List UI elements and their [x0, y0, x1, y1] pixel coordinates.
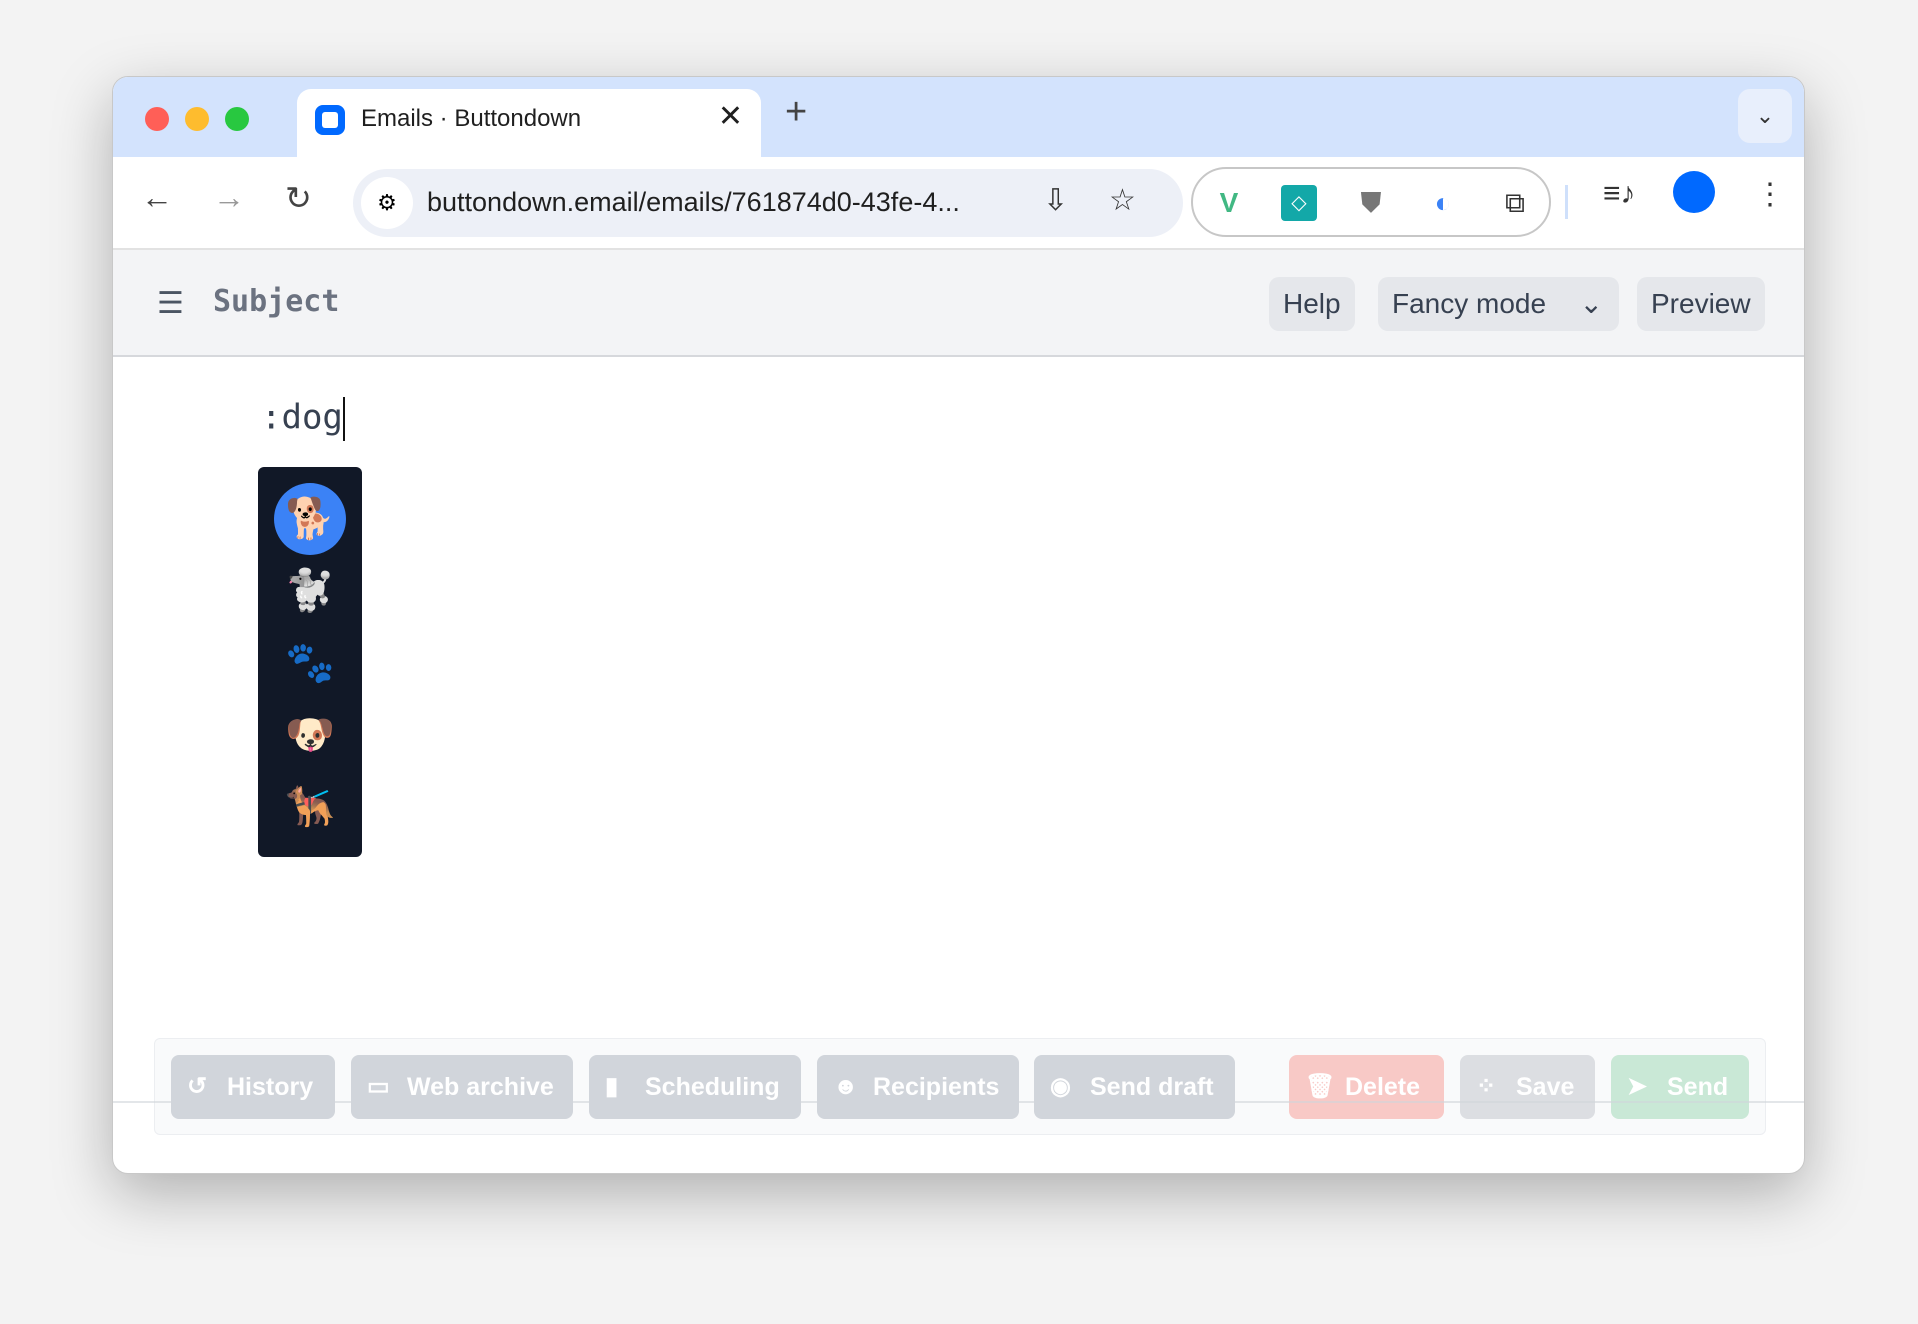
extension-teal-icon[interactable]: ◇ — [1281, 185, 1317, 221]
monitor-icon: ▭ — [367, 1073, 390, 1100]
emoji-option[interactable]: 🐾 — [274, 627, 346, 699]
install-icon[interactable]: ⇩ — [1043, 183, 1068, 218]
browser-window: Emails · Buttondown ✕ + ⌄ ← → ↻ ⚙ button… — [112, 76, 1805, 1174]
divider — [113, 1101, 1804, 1103]
minimize-window-button[interactable] — [185, 107, 209, 131]
media-icon[interactable]: ≡♪ — [1603, 177, 1636, 211]
save-button[interactable]: ⁘ Save — [1460, 1055, 1595, 1119]
emoji-picker: 🐕 🐩 🐾 🐶 🐕‍🦺 — [258, 467, 362, 857]
body-editor[interactable]: :dog — [261, 397, 345, 441]
tab-bar: Emails · Buttondown ✕ + ⌄ — [113, 77, 1804, 159]
send-label: Send — [1667, 1073, 1729, 1101]
delete-label: Delete — [1345, 1073, 1421, 1101]
emoji-option[interactable]: 🐕 — [274, 483, 346, 555]
calendar-icon: ▮ — [605, 1073, 619, 1100]
ublock-icon[interactable]: ⛊ — [1353, 185, 1389, 221]
action-bar: ↺ History ▭ Web archive ▮ Scheduling ☻ Recip… — [154, 1038, 1766, 1135]
recipients-button[interactable]: ☻ Recipients — [817, 1055, 1019, 1119]
emoji-option[interactable]: 🐶 — [274, 699, 346, 771]
send-draft-button[interactable]: ◉ Send draft — [1034, 1055, 1235, 1119]
users-icon: ☻ — [833, 1073, 859, 1100]
address-bar[interactable]: ⚙ buttondown.email/emails/761874d0-43fe-… — [353, 169, 1183, 237]
spinner-icon: ⁘ — [1476, 1073, 1497, 1100]
browser-toolbar: ← → ↻ ⚙ buttondown.email/emails/761874d0… — [113, 157, 1804, 250]
star-icon[interactable]: ☆ — [1109, 183, 1136, 218]
more-icon[interactable]: ⋮ — [1755, 177, 1785, 212]
extensions-group: V ◇ ⛊ ◐ ⧉ — [1191, 167, 1551, 237]
tab-title: Emails · Buttondown — [361, 105, 582, 132]
send-button[interactable]: ➤ Send — [1611, 1055, 1749, 1119]
tab-emails[interactable]: Emails · Buttondown ✕ — [297, 89, 761, 159]
back-icon[interactable]: ← — [141, 179, 173, 216]
delete-button[interactable]: 🗑 Delete — [1289, 1055, 1444, 1119]
text-caret — [342, 397, 345, 441]
profile-icon[interactable] — [1673, 171, 1715, 213]
forward-icon[interactable]: → — [213, 179, 245, 216]
web-archive-button[interactable]: ▭ Web archive — [351, 1055, 573, 1119]
buttondown-favicon — [315, 105, 345, 135]
scheduling-button[interactable]: ▮ Scheduling — [589, 1055, 801, 1119]
app-header: ☰ Subject Help Fancy mode ⌄ Preview — [113, 250, 1804, 357]
reload-icon[interactable]: ↻ — [285, 179, 312, 217]
web-archive-label: Web archive — [407, 1073, 554, 1101]
1password-icon[interactable]: ◐ — [1425, 185, 1461, 221]
vue-devtools-icon[interactable]: V — [1211, 185, 1247, 221]
save-label: Save — [1516, 1073, 1575, 1101]
new-tab-button[interactable]: + — [785, 91, 807, 134]
emoji-option[interactable]: 🐕‍🦺 — [274, 771, 346, 843]
url-text[interactable]: buttondown.email/emails/761874d0-43fe-4.… — [427, 187, 960, 218]
maximize-window-button[interactable] — [225, 107, 249, 131]
history-button[interactable]: ↺ History — [171, 1055, 335, 1119]
tab-search-button[interactable]: ⌄ — [1738, 89, 1792, 143]
preview-button[interactable]: Preview — [1637, 277, 1765, 331]
help-button[interactable]: Help — [1269, 277, 1355, 331]
eye-icon: ◉ — [1050, 1073, 1071, 1100]
close-tab-icon[interactable]: ✕ — [718, 99, 743, 134]
editor-text: :dog — [261, 397, 343, 438]
close-window-button[interactable] — [145, 107, 169, 131]
history-icon: ↺ — [187, 1073, 208, 1100]
trash-icon: 🗑 — [1305, 1073, 1336, 1100]
scheduling-label: Scheduling — [645, 1073, 780, 1101]
mode-label: Fancy mode — [1392, 288, 1547, 319]
hamburger-menu-icon[interactable]: ☰ — [157, 286, 184, 321]
emoji-option[interactable]: 🐩 — [274, 555, 346, 627]
send-draft-label: Send draft — [1090, 1073, 1214, 1101]
paper-plane-icon: ➤ — [1627, 1073, 1648, 1100]
recipients-label: Recipients — [873, 1073, 1000, 1101]
subject-field[interactable]: Subject — [213, 284, 339, 319]
mode-dropdown[interactable]: Fancy mode ⌄ — [1378, 277, 1619, 331]
site-settings-icon[interactable]: ⚙ — [361, 177, 413, 229]
chevron-down-icon: ⌄ — [1579, 288, 1603, 319]
divider — [1565, 185, 1568, 219]
history-label: History — [227, 1073, 314, 1101]
extensions-puzzle-icon[interactable]: ⧉ — [1497, 185, 1533, 221]
